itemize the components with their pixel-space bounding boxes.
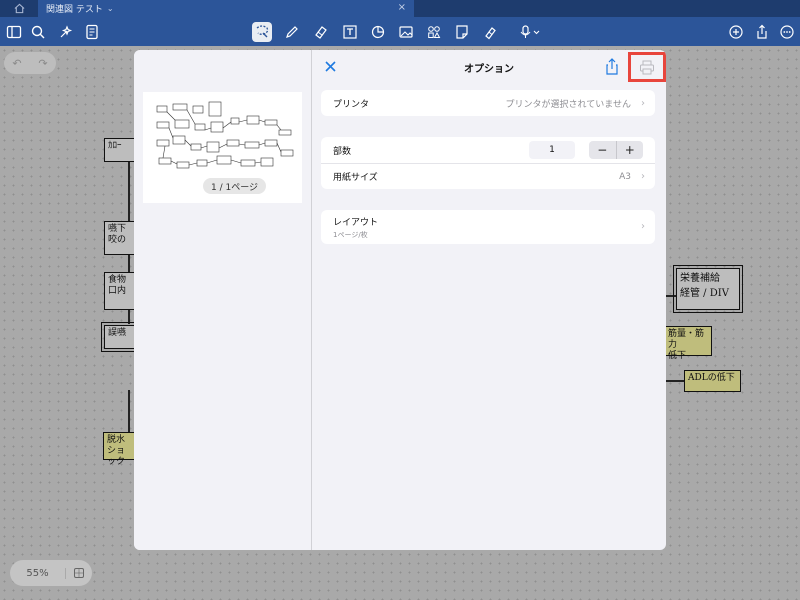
printer-label: プリンタ [333, 99, 370, 110]
connector-line [666, 380, 684, 382]
layout-label: レイアウト [333, 217, 379, 228]
print-preview-pane: 1 / 1ページ [134, 50, 312, 550]
printer-icon [640, 60, 654, 74]
share-icon[interactable] [752, 22, 772, 42]
thumbnail-diagram [156, 101, 294, 169]
close-tab-icon[interactable]: × [398, 2, 406, 13]
zoom-control: 55% [10, 560, 92, 586]
decrement-button[interactable]: − [589, 141, 616, 159]
diagram-node-text: 咬の [108, 235, 127, 245]
copies-paper-card: 部数 1 − + 用紙サイズ A3 › [321, 137, 655, 189]
toolbar [0, 17, 800, 46]
increment-button[interactable]: + [615, 141, 644, 159]
diagram-node[interactable]: 食物 口内 [104, 272, 136, 310]
more-icon[interactable] [777, 22, 797, 42]
printer-row[interactable]: プリンタ プリンタが選択されていません › [321, 90, 655, 116]
diagram-node[interactable]: 嚥下 咬の [104, 221, 136, 255]
page-thumbnail[interactable]: 1 / 1ページ [143, 92, 302, 203]
chevron-down-icon[interactable]: ⌄ [107, 4, 114, 13]
tab-bar: 関連図 テスト ⌄ × [0, 0, 800, 17]
grid-icon[interactable] [66, 567, 92, 579]
print-options-pane: オプション プリンタ プリンタが選択されていません › 部数 1 − + 用紙サ… [312, 50, 666, 550]
connector-line [128, 390, 130, 432]
print-dialog: 1 / 1ページ オプション プリンタ プリンタが選択されていません › 部数 [134, 50, 666, 550]
printer-card: プリンタ プリンタが選択されていません › [321, 90, 655, 116]
document-icon[interactable] [82, 22, 102, 42]
paper-size-label: 用紙サイズ [333, 173, 378, 183]
tab-document[interactable]: 関連図 テスト ⌄ × [38, 0, 414, 17]
copies-count-field[interactable]: 1 [529, 141, 575, 159]
diagram-node-text: 嚥下 [108, 224, 127, 234]
tab-title: 関連図 テスト [46, 5, 103, 15]
image-icon[interactable] [396, 22, 416, 42]
close-button[interactable] [322, 58, 338, 74]
connector-line [666, 295, 676, 297]
microphone-icon[interactable] [515, 22, 545, 42]
redo-button[interactable]: ↷ [38, 57, 47, 70]
sticky-note-icon[interactable] [452, 22, 472, 42]
layout-card: レイアウト 1ページ/枚 › [321, 210, 655, 244]
diagram-node-text: 栄養補給 [680, 273, 720, 284]
share-button[interactable] [604, 57, 620, 75]
diagram-node[interactable]: 脱水 ショック [103, 432, 137, 467]
chevron-right-icon: › [641, 171, 645, 182]
diagram-node[interactable]: 誤嚥 [101, 322, 139, 352]
highlighter-icon[interactable] [480, 22, 500, 42]
diagram-node[interactable]: 筋量・筋力 低下 [664, 326, 712, 361]
layout-subtitle: 1ページ/枚 [333, 230, 368, 239]
pen-icon[interactable] [282, 22, 302, 42]
share-icon [606, 57, 618, 75]
eraser-icon[interactable] [311, 22, 331, 42]
sidebar-icon[interactable] [4, 22, 24, 42]
search-icon[interactable] [28, 22, 48, 42]
lasso-icon[interactable] [252, 22, 272, 42]
home-icon[interactable] [0, 0, 38, 17]
sparkle-icon[interactable] [56, 22, 76, 42]
printer-value: プリンタが選択されていません [505, 99, 631, 110]
diagram-node-text: 食物 [108, 275, 127, 285]
diagram-node-text: 脱水 [107, 435, 126, 445]
copies-row: 部数 1 − + [321, 137, 655, 163]
diagram-node[interactable]: ｶﾛｰ [104, 138, 136, 162]
zoom-level[interactable]: 55% [10, 567, 66, 579]
undo-button[interactable]: ↶ [12, 57, 21, 70]
diagram-node-text: 筋量・筋力 [668, 329, 705, 350]
chevron-right-icon: › [641, 97, 645, 109]
print-button[interactable] [628, 52, 666, 82]
text-box-icon[interactable] [340, 22, 360, 42]
close-icon [324, 60, 336, 72]
copies-stepper: − + [589, 141, 643, 159]
add-icon[interactable] [726, 22, 746, 42]
diagram-node-text: 経管 / DIV [680, 288, 729, 299]
paper-size-value: A3 [619, 171, 631, 182]
copies-label: 部数 [333, 146, 352, 157]
diagram-node-text: 低下 [668, 351, 687, 361]
layout-row[interactable]: レイアウト 1ページ/枚 › [321, 210, 655, 244]
diagram-node-text: ショック [107, 446, 126, 467]
diagram-node[interactable]: 栄養補給 経管 / DIV [673, 265, 743, 313]
diagram-node[interactable]: ADLの低下 [684, 370, 741, 392]
paper-size-row[interactable]: 用紙サイズ A3 › [321, 163, 655, 189]
diagram-node-text: 口内 [108, 286, 127, 296]
page-counter: 1 / 1ページ [203, 178, 267, 194]
dialog-title: オプション [464, 63, 514, 75]
connector-line [128, 160, 130, 222]
connector-line [128, 254, 130, 272]
elements-icon[interactable] [424, 22, 444, 42]
connector-line [128, 308, 130, 324]
shape-icon[interactable] [368, 22, 388, 42]
chevron-right-icon: › [641, 221, 645, 232]
undo-redo-control: ↶ ↷ [4, 52, 56, 74]
